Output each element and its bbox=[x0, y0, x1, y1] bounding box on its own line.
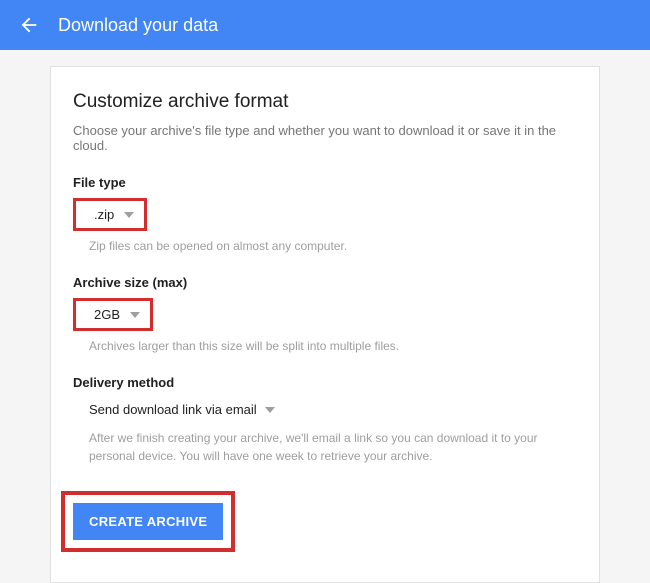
file-type-hint: Zip files can be opened on almost any co… bbox=[89, 239, 577, 253]
chevron-down-icon bbox=[124, 212, 134, 218]
back-arrow-icon[interactable] bbox=[18, 14, 40, 36]
delivery-method-hint: After we finish creating your archive, w… bbox=[89, 429, 577, 465]
archive-size-hint: Archives larger than this size will be s… bbox=[89, 339, 577, 353]
archive-size-value: 2GB bbox=[94, 307, 120, 322]
chevron-down-icon bbox=[130, 312, 140, 318]
archive-size-label: Archive size (max) bbox=[73, 275, 577, 290]
create-archive-button[interactable]: CREATE ARCHIVE bbox=[73, 503, 223, 540]
file-type-label: File type bbox=[73, 175, 577, 190]
app-header: Download your data bbox=[0, 0, 650, 50]
chevron-down-icon bbox=[265, 407, 275, 413]
file-type-value: .zip bbox=[94, 207, 114, 222]
file-type-highlight: .zip bbox=[73, 198, 147, 231]
archive-format-card: Customize archive format Choose your arc… bbox=[50, 66, 600, 583]
delivery-method-label: Delivery method bbox=[73, 375, 577, 390]
delivery-method-dropdown[interactable]: Send download link via email bbox=[89, 398, 275, 421]
section-description: Choose your archive's file type and whet… bbox=[73, 123, 577, 153]
section-title: Customize archive format bbox=[73, 91, 577, 113]
file-type-dropdown[interactable]: .zip bbox=[84, 201, 144, 228]
delivery-method-value: Send download link via email bbox=[89, 402, 257, 417]
delivery-method-block: Delivery method Send download link via e… bbox=[73, 375, 577, 465]
file-type-block: File type .zip Zip files can be opened o… bbox=[73, 175, 577, 253]
archive-size-dropdown[interactable]: 2GB bbox=[84, 301, 150, 328]
archive-size-highlight: 2GB bbox=[73, 298, 153, 331]
archive-size-block: Archive size (max) 2GB Archives larger t… bbox=[73, 275, 577, 353]
page-title: Download your data bbox=[58, 15, 218, 36]
